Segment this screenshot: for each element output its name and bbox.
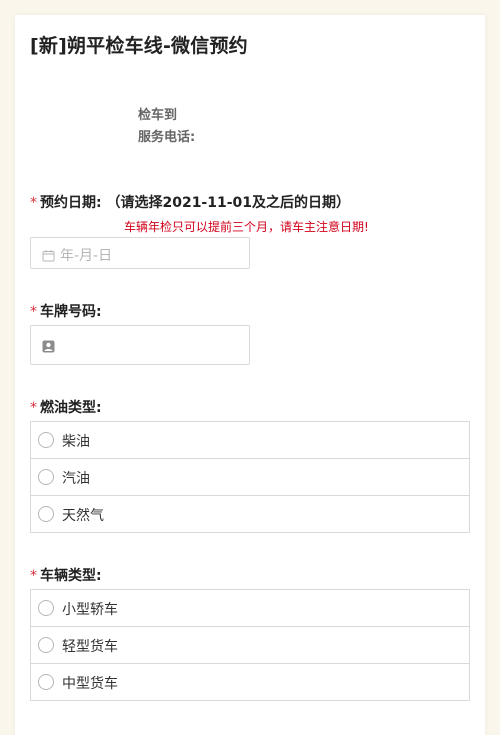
radio-button[interactable] xyxy=(38,637,54,653)
radio-button[interactable] xyxy=(38,469,54,485)
fuel-type-options: 柴油 汽油 天然气 xyxy=(30,421,470,533)
fuel-label-text: 燃油类型: xyxy=(40,400,102,416)
date-label-text: 预约日期: （请选择2021-11-01及之后的日期） xyxy=(40,195,351,211)
vehicle-label-text: 车辆类型: xyxy=(40,568,102,584)
option-label: 中型货车 xyxy=(62,676,118,692)
vehicle-option-medium-truck[interactable]: 中型货车 xyxy=(31,664,469,701)
required-mark: * xyxy=(30,568,37,584)
date-placeholder: 年-月-日 xyxy=(60,248,113,264)
required-mark: * xyxy=(30,195,37,211)
required-mark: * xyxy=(30,304,37,320)
option-label: 轻型货车 xyxy=(62,639,118,655)
id-card-icon xyxy=(42,338,55,353)
option-label: 小型轿车 xyxy=(62,602,118,618)
radio-button[interactable] xyxy=(38,432,54,448)
required-mark: * xyxy=(30,400,37,416)
radio-button[interactable] xyxy=(38,506,54,522)
date-hint: 车辆年检只可以提前三个月，请车主注意日期! xyxy=(124,220,369,234)
vehicle-option-small-car[interactable]: 小型轿车 xyxy=(31,590,469,627)
radio-button[interactable] xyxy=(38,674,54,690)
vehicle-option-light-truck[interactable]: 轻型货车 xyxy=(31,627,469,664)
fuel-type-label: * 燃油类型: xyxy=(30,397,102,417)
date-input[interactable]: 年-月-日 xyxy=(30,237,250,269)
form-title: [新]朔平检车线-微信预约 xyxy=(30,35,248,57)
plate-label-text: 车牌号码: xyxy=(40,304,102,320)
option-label: 天然气 xyxy=(62,508,104,524)
radio-button[interactable] xyxy=(38,600,54,616)
fuel-option-gasoline[interactable]: 汽油 xyxy=(31,459,469,496)
fuel-option-natural-gas[interactable]: 天然气 xyxy=(31,496,469,533)
info-line-1: 检车到 xyxy=(138,108,178,123)
option-label: 汽油 xyxy=(62,471,90,487)
service-phone-label: 服务电话: xyxy=(138,130,196,145)
option-label: 柴油 xyxy=(62,434,90,450)
calendar-icon xyxy=(42,247,55,262)
plate-field-label: * 车牌号码: xyxy=(30,301,102,321)
form-card: [新]朔平检车线-微信预约 检车到 服务电话: * 预约日期: （请选择2021-… xyxy=(15,15,485,735)
fuel-option-diesel[interactable]: 柴油 xyxy=(31,422,469,459)
vehicle-type-label: * 车辆类型: xyxy=(30,565,102,585)
vehicle-type-options: 小型轿车 轻型货车 中型货车 xyxy=(30,589,470,701)
date-field-label: * 预约日期: （请选择2021-11-01及之后的日期） xyxy=(30,192,350,212)
plate-number-input[interactable] xyxy=(30,325,250,365)
